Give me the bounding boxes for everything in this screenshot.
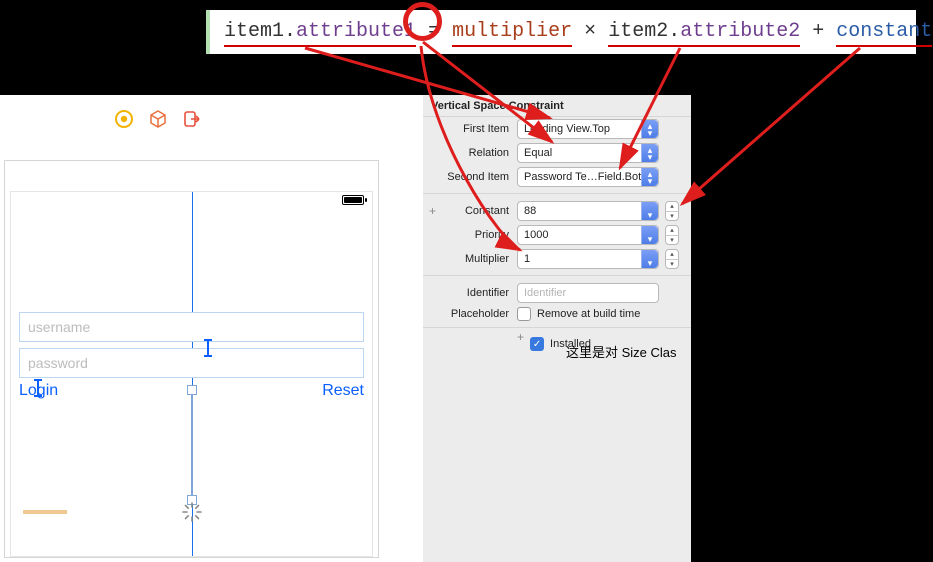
chevron-updown-icon: ▴▾	[645, 147, 655, 161]
inspector-header: Vertical Space Constraint	[423, 95, 691, 117]
second-item-popup[interactable]: Password Te…Field.Bottom ▴▾	[517, 167, 659, 187]
label-priority: Priority	[423, 229, 511, 241]
chevron-down-icon: ▾	[645, 205, 655, 219]
password-field[interactable]: password	[19, 348, 364, 378]
formula-eq: =	[428, 20, 440, 43]
scene-frame[interactable]: username password Login Reset	[4, 160, 379, 558]
label-multiplier: Multiplier	[423, 253, 511, 265]
status-bar	[11, 192, 372, 210]
login-button[interactable]: Login	[19, 382, 58, 400]
chevron-down-icon: ▾	[645, 229, 655, 243]
formula-times: ×	[584, 20, 596, 43]
formula-attr1: attribute1	[296, 20, 416, 43]
relation-popup[interactable]: Equal ▴▾	[517, 143, 659, 163]
formula-bar: item1.attribute1 = multiplier × item2.at…	[206, 10, 916, 54]
formula-plus: +	[812, 20, 824, 43]
priority-stepper[interactable]: ▴▾	[665, 225, 679, 245]
username-placeholder: username	[28, 319, 90, 335]
constant-stepper[interactable]: ▴▾	[665, 201, 679, 221]
first-item-popup[interactable]: Loading View.Top ▴▾	[517, 119, 659, 139]
password-placeholder: password	[28, 355, 88, 371]
multiplier-stepper[interactable]: ▴▾	[665, 249, 679, 269]
annotation-text: 这里是对 Size Clas	[566, 342, 677, 361]
cube-icon[interactable]	[149, 110, 167, 128]
label-identifier: Identifier	[423, 287, 511, 299]
label-placeholder: Placeholder	[423, 308, 511, 320]
caret-icon	[207, 341, 209, 355]
ib-toolbar	[115, 110, 201, 128]
remove-at-build-checkbox[interactable]	[517, 307, 531, 321]
formula-multiplier: multiplier	[452, 20, 572, 47]
chevron-down-icon: ▾	[645, 253, 655, 267]
constant-field[interactable]: 88 ▾	[517, 201, 659, 221]
annotation-text: 勾上	[695, 300, 719, 317]
formula-item2: item2	[608, 20, 668, 43]
chevron-updown-icon: ▴▾	[645, 171, 655, 185]
identifier-field[interactable]: Identifier	[517, 283, 659, 303]
device-frame: username password Login Reset	[10, 191, 373, 557]
plus-icon[interactable]: +	[429, 204, 436, 218]
coin-icon[interactable]	[115, 110, 133, 128]
multiplier-field[interactable]: 1 ▾	[517, 249, 659, 269]
reset-button[interactable]: Reset	[322, 382, 364, 400]
guide-segment	[23, 510, 67, 514]
label-first-item: First Item	[423, 123, 511, 135]
battery-icon	[342, 195, 364, 205]
annotation-text: 会生	[695, 318, 719, 335]
chevron-updown-icon: ▴▾	[645, 123, 655, 137]
formula-item1: item1	[224, 20, 284, 43]
label-second-item: Second Item	[423, 171, 511, 183]
installed-checkbox[interactable]: ✓	[530, 337, 544, 351]
activity-indicator-icon	[182, 502, 202, 522]
exit-icon[interactable]	[183, 110, 201, 128]
label-relation: Relation	[423, 147, 511, 159]
formula-attr2: attribute2	[680, 20, 800, 43]
constraint-selection[interactable]	[187, 390, 197, 500]
remove-at-build-label: Remove at build time	[537, 308, 640, 320]
priority-field[interactable]: 1000 ▾	[517, 225, 659, 245]
formula-constant: constant	[836, 20, 932, 47]
username-field[interactable]: username	[19, 312, 364, 342]
label-constant: Constant	[423, 205, 511, 217]
plus-icon[interactable]: +	[517, 330, 524, 344]
ib-canvas[interactable]: username password Login Reset	[0, 95, 423, 562]
attributes-inspector: Vertical Space Constraint First Item Loa…	[423, 95, 691, 562]
